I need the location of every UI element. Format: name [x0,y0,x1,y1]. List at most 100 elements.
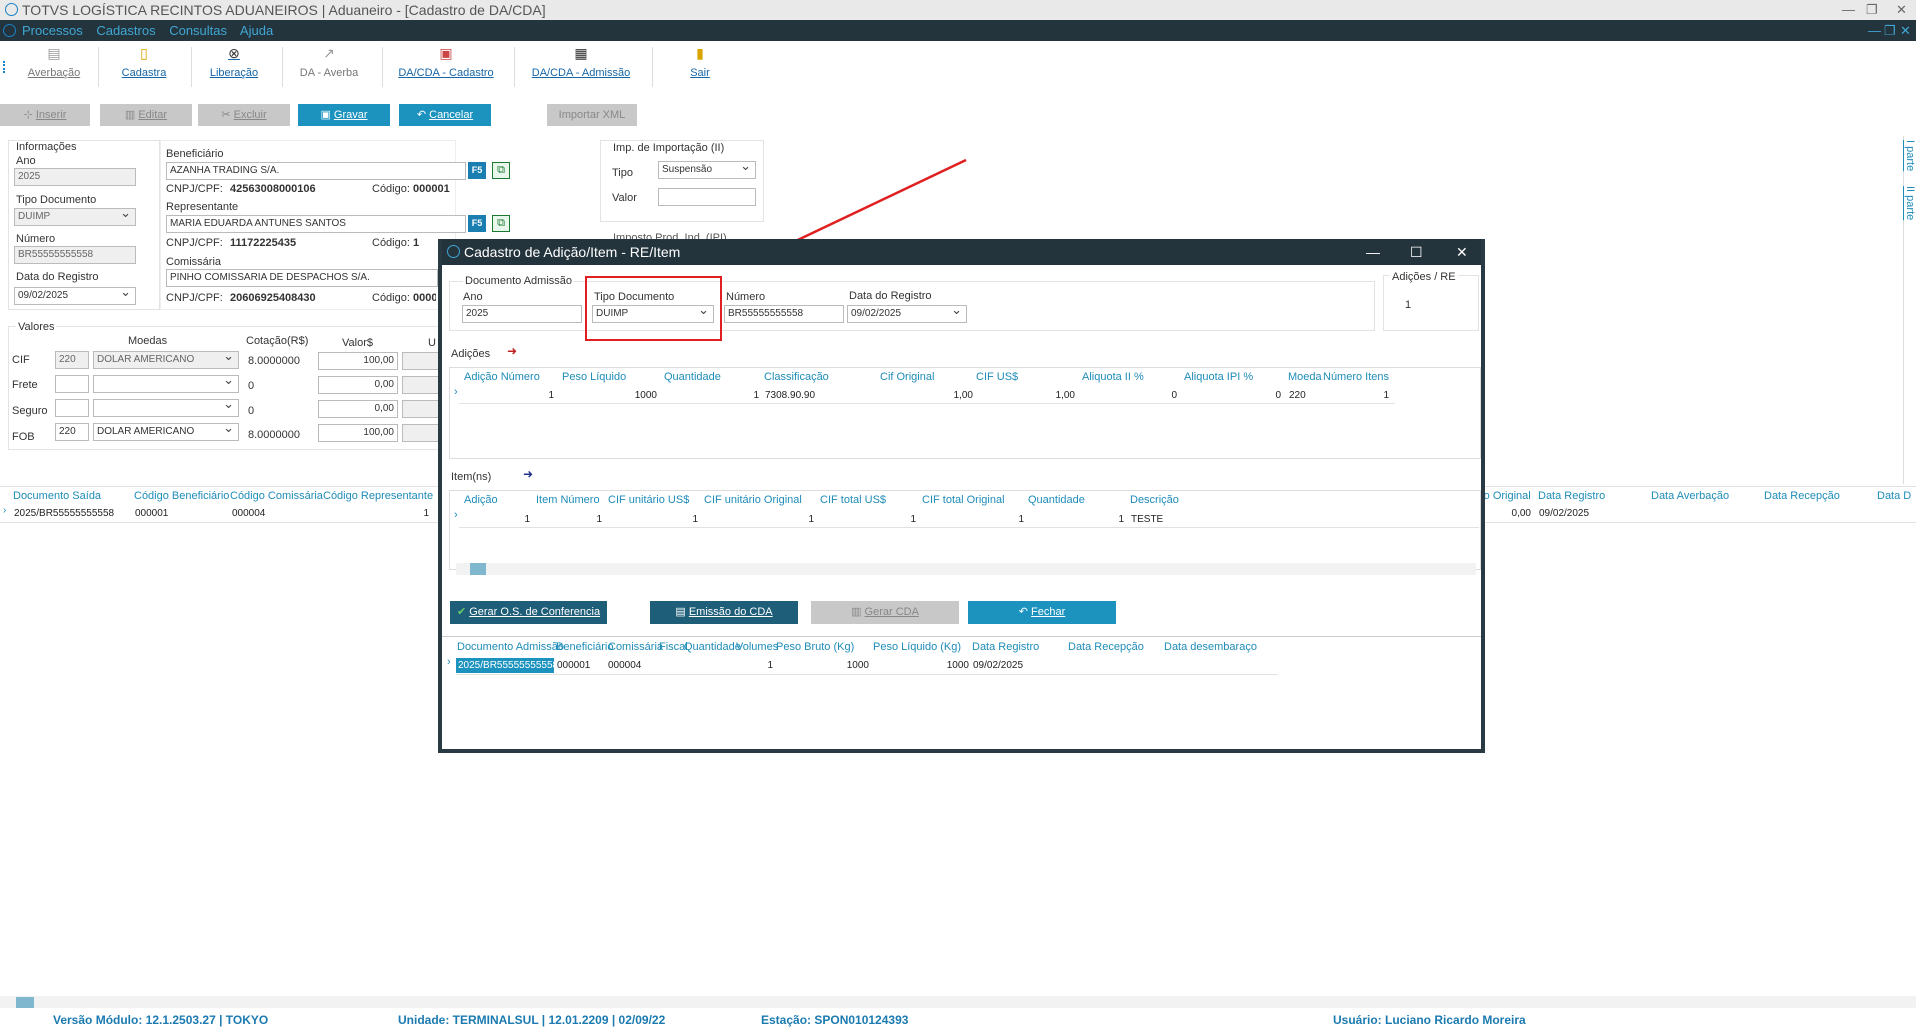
itens-col-adicao[interactable]: Adição [464,492,498,508]
bottom-col-comissaria[interactable]: Comissária [608,639,663,655]
close-icon[interactable]: ✕ [1896,0,1907,20]
inserir-button[interactable]: ⊹ Inserir [0,104,90,126]
bottom-col-peso-bruto[interactable]: Peso Bruto (Kg) [776,639,854,655]
dialog-minimize-icon[interactable]: — [1366,239,1380,265]
fob-valor[interactable]: 100,00 [318,424,398,442]
adicoes-col-moeda[interactable]: Moeda [1288,369,1322,385]
itens-scrollbar-thumb[interactable] [470,563,486,575]
representante-field[interactable]: MARIA EDUARDA ANTUNES SANTOS [166,215,466,233]
adicoes-row-aliquota-ipi[interactable]: 0 [1181,388,1284,403]
beneficiario-lookup-icon[interactable]: ⧉ [492,162,510,179]
itens-row-cif-unitario-us[interactable]: 1 [606,512,701,527]
itens-row-item-numero[interactable]: 1 [534,512,605,527]
adicoes-col-cif-original[interactable]: Cif Original [880,369,934,385]
bottom-col-documento[interactable]: Documento Admissão [457,639,564,655]
editar-button[interactable]: ▥ Editar [100,104,192,126]
adicoes-col-classificacao[interactable]: Classificação [764,369,829,385]
bottom-row-data-desembaraco[interactable] [1164,658,1278,673]
adicoes-col-aliquota-ipi[interactable]: Aliquota IPI % [1184,369,1253,385]
tab-ii-parte[interactable]: II parte [1904,186,1916,220]
adicoes-row-numero[interactable]: 1 [462,388,557,403]
main-col-documento-saida[interactable]: Documento Saída [13,488,101,504]
beneficiario-field[interactable]: AZANHA TRADING S/A. [166,162,466,180]
bottom-row-comissaria[interactable]: 000004 [608,658,641,673]
menu-cadastros[interactable]: Cadastros [96,23,155,38]
main-col-codigo-beneficiario[interactable]: Código Beneficiário [134,488,229,504]
cancelar-button[interactable]: ↶ Cancelar [399,104,491,126]
bottom-row-volumes[interactable]: 1 [735,658,776,673]
main-col-ro-original[interactable]: ro Original [1480,488,1531,504]
comissaria-field[interactable]: PINHO COMISSARIA DE DESPACHOS S/A. [166,269,438,287]
dialog-ano-field[interactable]: 2025 [462,305,582,323]
beneficiario-f5-button[interactable]: F5 [468,162,486,179]
fechar-button[interactable]: ↶ Fechar [968,601,1116,624]
bottom-row-beneficiario[interactable]: 000001 [557,658,590,673]
toolbar-da-averba[interactable]: ↗ DA - Averba [296,45,362,79]
gerar-os-button[interactable]: ✔ Gerar O.S. de Conferencia [450,601,607,624]
adicoes-row-numero-itens[interactable]: 1 [1323,388,1392,403]
itens-col-item-numero[interactable]: Item Número [536,492,600,508]
frete-code[interactable] [55,375,89,393]
representante-f5-button[interactable]: F5 [468,215,486,232]
main-col-data-d[interactable]: Data D [1877,488,1916,504]
itens-row-cif-total-us[interactable]: 1 [818,512,919,527]
itens-col-cif-unitario-original[interactable]: CIF unitário Original [704,492,802,508]
cif-moeda-select[interactable]: DOLAR AMERICANO [93,351,239,369]
tipo-documento-select[interactable]: DUIMP [14,208,136,226]
bottom-col-quantidade[interactable]: Quantidade [684,639,741,655]
emissao-cda-button[interactable]: ▤ Emissão do CDA [650,601,798,624]
fob-moeda-select[interactable]: DOLAR AMERICANO [93,423,239,441]
toolbar-cda-cadastro[interactable]: ▣ DA/CDA - Cadastro [398,45,494,79]
excluir-button[interactable]: ✂ Excluir [198,104,290,126]
toolbar-liberacao[interactable]: ⊗ Liberação [208,45,260,79]
numero-field[interactable]: BR55555555558 [14,246,136,264]
adicoes-row-moeda[interactable]: 220 [1289,388,1306,403]
bottom-row-fiscal[interactable] [659,658,683,673]
itens-row-cif-unitario-original[interactable]: 1 [702,512,817,527]
itens-col-cif-unitario-us[interactable]: CIF unitário US$ [608,492,689,508]
seguro-u[interactable] [402,400,440,418]
importar-xml-button[interactable]: Importar XML [547,104,637,126]
adicoes-row-classificacao[interactable]: 7308.90.90 [765,388,815,403]
adicoes-row-quantidade[interactable]: 1 [661,388,762,403]
main-row-data-registro[interactable]: 09/02/2025 [1539,506,1589,521]
bottom-col-volumes[interactable]: Volumes [736,639,778,655]
gerar-cda-button[interactable]: ▥ Gerar CDA [811,601,959,624]
restore-icon[interactable]: ❐ [1866,0,1878,20]
adicoes-col-numero-itens[interactable]: Número Itens [1323,369,1389,385]
main-row-representante[interactable]: 1 [322,506,432,521]
dialog-close-icon[interactable]: ✕ [1456,239,1468,265]
adicoes-row-cif-us[interactable]: 1,00 [977,388,1078,403]
adicoes-row-peso[interactable]: 1000 [559,388,660,403]
main-row-comissaria[interactable]: 000004 [232,506,265,521]
dialog-numero-field[interactable]: BR55555555558 [724,305,844,323]
main-col-codigo-comissaria[interactable]: Código Comissária [230,488,323,504]
toolbar-sair[interactable]: ▮ Sair [688,45,712,79]
fob-u[interactable] [402,424,440,442]
fob-code[interactable]: 220 [55,423,89,441]
horizontal-scrollbar[interactable] [0,996,1916,1008]
bottom-row-data-registro[interactable]: 09/02/2025 [973,658,1023,673]
adicoes-row-cif-original[interactable]: 1,00 [877,388,976,403]
frete-valor[interactable]: 0,00 [318,376,398,394]
main-col-data-recepcao[interactable]: Data Recepção [1764,488,1840,504]
bottom-col-data-registro[interactable]: Data Registro [972,639,1039,655]
toolbar-cadastra[interactable]: ▯ Cadastra [118,45,170,79]
bottom-row-data-recepcao[interactable] [1068,658,1162,673]
dialog-data-field[interactable]: 09/02/2025 [847,305,967,323]
main-col-data-averbacao[interactable]: Data Averbação [1651,488,1729,504]
itens-row-cif-total-original[interactable]: 1 [920,512,1027,527]
cif-code[interactable]: 220 [55,351,89,369]
itens-scrollbar[interactable] [456,563,1476,575]
child-minimize-icon[interactable]: — [1868,20,1881,41]
bottom-row-documento[interactable]: 2025/BR55555555558 [456,658,554,673]
child-close-icon[interactable]: ✕ [1900,20,1911,41]
itens-col-quantidade[interactable]: Quantidade [1028,492,1085,508]
main-col-codigo-representante[interactable]: Código Representante [323,488,433,504]
bottom-col-peso-liquido[interactable]: Peso Líquido (Kg) [873,639,961,655]
adicoes-col-numero[interactable]: Adição Número [464,369,540,385]
bottom-col-beneficiario[interactable]: Beneficiário [556,639,613,655]
gravar-button[interactable]: ▣ Gravar [298,104,390,126]
cif-valor[interactable]: 100,00 [318,352,398,370]
bottom-row-peso-liquido[interactable]: 1000 [872,658,972,673]
